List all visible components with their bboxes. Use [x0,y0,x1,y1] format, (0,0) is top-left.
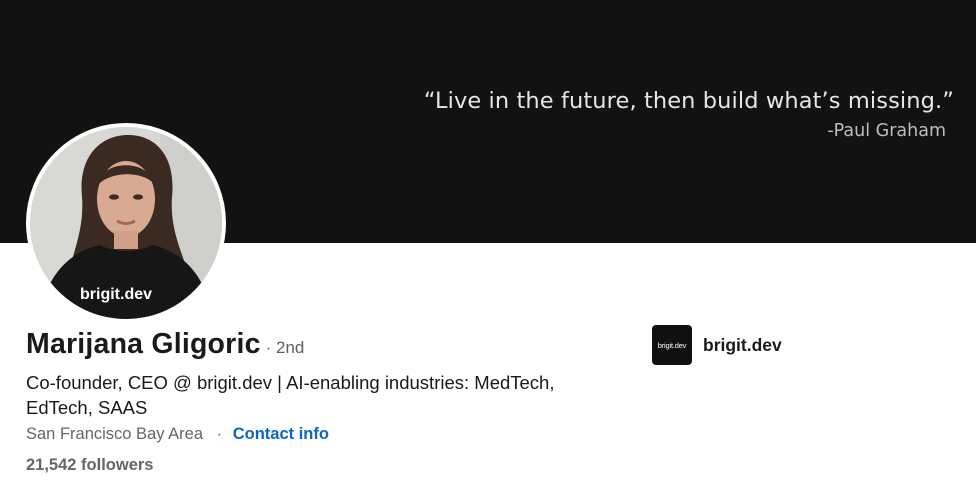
company-logo-text: brigit.dev [657,340,687,350]
quote-text: “Live in the future, then build what’s m… [423,88,954,114]
location-row: San Francisco Bay Area · Contact info [26,425,329,444]
shirt-logo-text: brigit.dev [80,286,152,303]
profile-headline: Co-founder, CEO @ brigit.dev | AI-enabli… [26,372,555,418]
profile-photo[interactable]: brigit.dev [26,123,226,323]
connection-degree: · 2nd [265,338,305,357]
current-company[interactable]: brigit.dev brigit.dev [652,325,782,365]
profile-location: San Francisco Bay Area [26,425,204,443]
name-row: Marijana Gligoric · 2nd [26,328,304,361]
followers-count[interactable]: 21,542 followers [26,456,153,475]
quote-author: -Paul Graham [827,121,946,141]
company-logo: brigit.dev [652,325,692,365]
profile-name: Marijana Gligoric [26,328,261,360]
banner-quote: “Live in the future, then build what’s m… [424,88,954,141]
company-name: brigit.dev [703,334,782,355]
contact-info-link[interactable]: Contact info [233,425,329,443]
profile-photo-image: brigit.dev [30,127,222,319]
location-separator: · [216,425,223,443]
